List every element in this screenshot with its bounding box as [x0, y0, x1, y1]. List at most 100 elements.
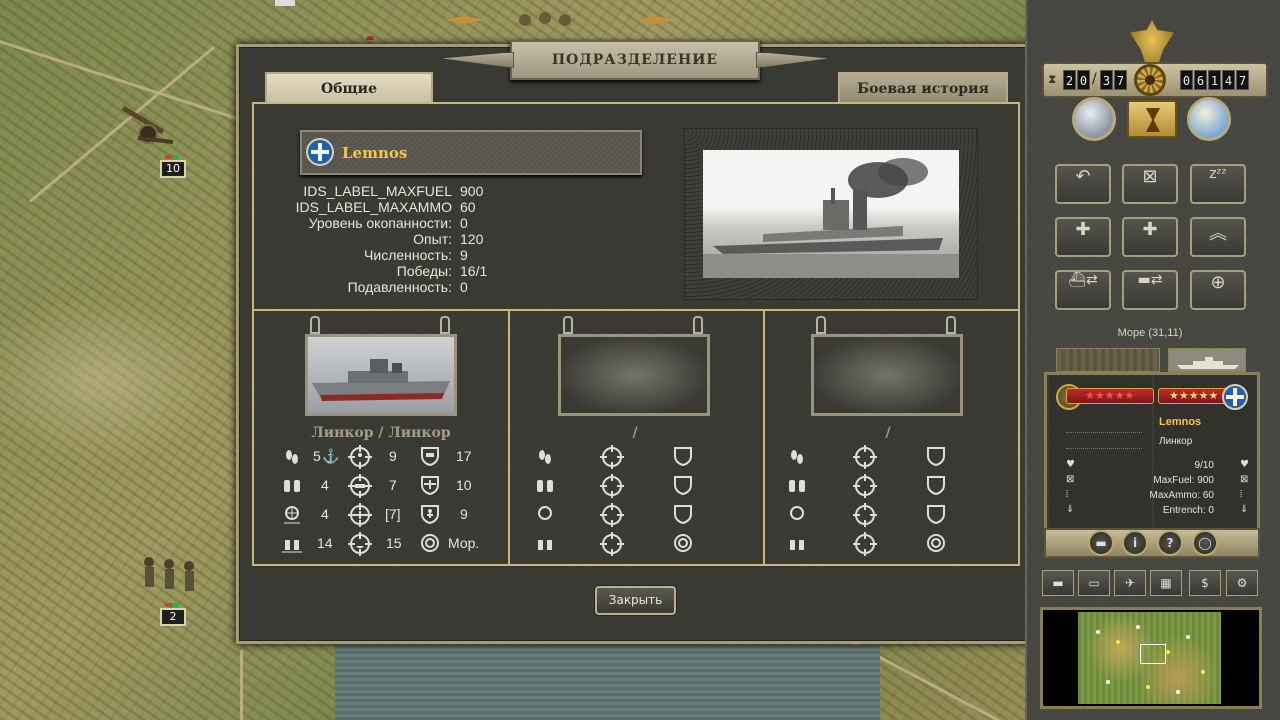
section-divider: [254, 309, 1018, 311]
selected-unit-max-ammo: MaxAmmo: 60: [1149, 490, 1214, 501]
air-defense-value: 10: [456, 477, 472, 493]
range-value: 4: [321, 506, 329, 522]
soft-attack-icon: [600, 445, 624, 469]
slot-hook: [946, 316, 956, 334]
air-attack-icon: [348, 503, 372, 527]
filter-air-button[interactable]: ✈: [1114, 570, 1146, 596]
stat-label: Численность:: [364, 247, 452, 263]
stat-value: 120: [460, 231, 484, 247]
slot-hook: [310, 316, 320, 334]
close-button[interactable]: Закрыть: [595, 586, 676, 615]
digit: 1: [1208, 70, 1221, 90]
spotting-icon: [537, 480, 553, 492]
turn-total: 37: [1100, 70, 1128, 90]
transport-value: 14: [317, 535, 333, 551]
greece-flag-icon: [306, 138, 334, 166]
naval-attack-icon: [600, 532, 624, 556]
hourglass-icon: [1146, 108, 1160, 132]
spotting-icon: [284, 480, 300, 492]
tab-general[interactable]: Общие: [265, 72, 433, 104]
air-mission-button[interactable]: ⊕: [1190, 270, 1246, 310]
elite-reinforce-button[interactable]: ✚: [1122, 217, 1178, 257]
target-type-icon: [674, 534, 692, 552]
naval-anchor-icon: ⚓: [322, 448, 340, 464]
sleep-button[interactable]: zᶻᶻ: [1190, 164, 1246, 204]
slot-3-image: [811, 334, 963, 416]
movement-value: 5: [313, 448, 321, 464]
target-type-value: Мор.: [448, 535, 480, 551]
stat-strength: Численность: 9: [260, 247, 660, 263]
stat-max-ammo: IDS_LABEL_MAXAMMO 60: [260, 199, 660, 215]
unit-strength-badge: 10: [160, 155, 186, 178]
tank-view-button[interactable]: ▬: [1088, 530, 1114, 556]
filter-artillery-button[interactable]: ▭: [1078, 570, 1110, 596]
map-sea: [335, 645, 880, 720]
unit-action-strip: [1044, 528, 1260, 558]
stat-experience: Опыт: 120: [260, 231, 660, 247]
stat-entrenchment: Уровень окопанности: 0: [260, 215, 660, 231]
flag-cross-h: [1226, 395, 1244, 399]
upgrade-button[interactable]: ︽: [1190, 217, 1246, 257]
embark-sea-button[interactable]: ⛴⇄: [1055, 270, 1111, 310]
experience-bar-left: ★★★★★: [1066, 388, 1154, 404]
digit: 6: [1194, 70, 1207, 90]
disband-button[interactable]: ⊠: [1122, 164, 1178, 204]
purchase-button[interactable]: $: [1189, 570, 1221, 596]
reinforce-button[interactable]: ✚: [1055, 217, 1111, 257]
digit: 7: [1114, 70, 1127, 90]
stat-value: 60: [460, 199, 476, 215]
hex-location-label: Море (31,11): [1117, 327, 1183, 339]
air-attack-icon: [853, 503, 877, 527]
target-type-icon: [927, 534, 945, 552]
unit-tab-left[interactable]: [1056, 348, 1160, 372]
slot-hook: [693, 316, 703, 334]
map-top-units: [255, 0, 695, 44]
digit: 0: [1180, 70, 1193, 90]
weather-orb-right[interactable]: [1187, 97, 1231, 141]
prestige-gear-icon: [1134, 64, 1166, 96]
stat-value: 0: [460, 215, 468, 231]
air-attack-icon: [600, 503, 624, 527]
tab-combat-history[interactable]: Боевая история: [838, 72, 1008, 104]
minimap-viewport[interactable]: [1140, 644, 1166, 664]
grid-toggle-button[interactable]: ▦: [1150, 570, 1182, 596]
chat-button[interactable]: ◯: [1192, 530, 1218, 556]
ground-defense-icon: [927, 447, 945, 466]
slot-hook: [563, 316, 573, 334]
entrench-icon: ⇓: [1066, 504, 1075, 515]
weather-orb-left[interactable]: [1072, 97, 1116, 141]
ground-defense-value: 17: [456, 448, 472, 464]
hard-attack-icon: [853, 474, 877, 498]
dotted-line: [1066, 448, 1142, 449]
entrench-icon: ⇓: [1240, 504, 1249, 515]
undo-button[interactable]: ↶: [1055, 164, 1111, 204]
stat-label: Опыт:: [413, 231, 452, 247]
selected-unit-name: Lemnos: [1159, 416, 1202, 428]
settings-button[interactable]: ⚙: [1226, 570, 1258, 596]
range-icon: [284, 506, 300, 524]
info-button[interactable]: i: [1122, 530, 1148, 556]
slot-2-image: [558, 334, 710, 416]
end-turn-button[interactable]: [1127, 100, 1177, 138]
unit-strength-badge: 2: [160, 603, 186, 626]
air-attack-value: [7]: [385, 506, 401, 522]
prestige-counter: 06147: [1180, 70, 1250, 90]
unit-name: Lemnos: [342, 144, 408, 162]
stat-label: Уровень окопанности:: [308, 215, 452, 231]
hard-attack-icon: [600, 474, 624, 498]
selected-unit-type: Линкор: [1159, 436, 1193, 447]
infantry-unit[interactable]: [135, 550, 195, 591]
star-icon: ★★★★★: [1085, 389, 1135, 402]
ground-defense-icon: [674, 447, 692, 466]
help-button[interactable]: ?: [1157, 530, 1183, 556]
transport-icon: [282, 540, 302, 553]
embark-land-button[interactable]: ▬⇄: [1122, 270, 1178, 310]
unit-tab-right[interactable]: [1168, 348, 1246, 372]
filter-tanks-button[interactable]: ▬: [1042, 570, 1074, 596]
artillery-unit[interactable]: [118, 98, 178, 144]
transport-icon: [790, 540, 804, 550]
digit: 3: [1100, 70, 1113, 90]
stat-value: 900: [460, 183, 484, 199]
ammo-icon: ⦙: [1240, 489, 1243, 500]
stat-label: Подавленность:: [347, 279, 452, 295]
